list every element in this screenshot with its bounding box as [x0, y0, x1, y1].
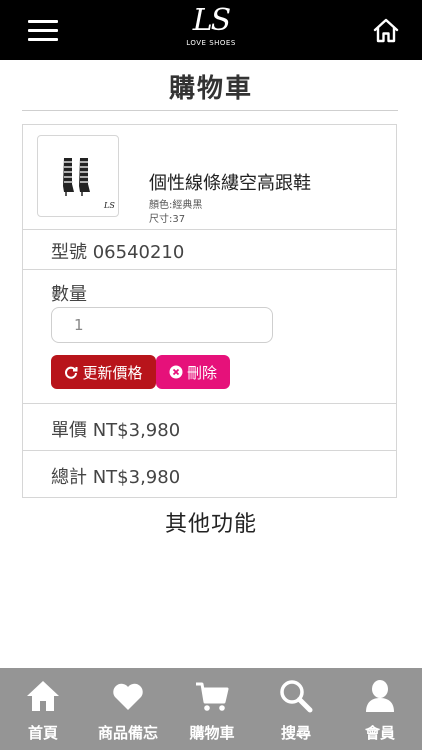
delete-button[interactable]: 刪除: [156, 355, 230, 389]
product-image[interactable]: LS: [37, 135, 119, 217]
nav-member-label: 會員: [364, 724, 395, 742]
update-price-label: 更新價格: [82, 363, 143, 382]
nav-cart[interactable]: 購物車: [170, 668, 254, 750]
svg-text:LS: LS: [103, 201, 115, 210]
bottom-nav: 首頁 商品備忘 購物車 搜尋 會員: [0, 668, 422, 750]
nav-cart-label: 購物車: [189, 724, 235, 742]
model-number: 型號 06540210: [51, 242, 185, 263]
logo-subtitle: LOVE SHOES: [186, 39, 236, 47]
nav-wishlist-label: 商品備忘: [97, 724, 158, 742]
unit-price: 單價 NT$3,980: [51, 420, 181, 441]
title-divider: [22, 110, 398, 111]
refresh-icon: [64, 365, 78, 379]
product-size: 尺寸:37: [149, 214, 186, 225]
logo-mark: LS: [192, 3, 231, 38]
menu-icon[interactable]: [28, 18, 58, 42]
nav-search[interactable]: 搜尋: [254, 668, 338, 750]
nav-member[interactable]: 會員: [338, 668, 422, 750]
nav-search-label: 搜尋: [280, 724, 311, 742]
nav-home[interactable]: 首頁: [0, 668, 86, 750]
product-color: 顏色:經典黑: [149, 200, 203, 211]
nav-wishlist[interactable]: 商品備忘: [86, 668, 170, 750]
total-price: 總計 NT$3,980: [51, 467, 181, 488]
quantity-input[interactable]: 1: [51, 307, 273, 343]
search-icon: [278, 678, 314, 714]
nav-home-label: 首頁: [27, 724, 58, 742]
top-bar: LS LOVE SHOES: [0, 0, 422, 60]
close-circle-icon: [169, 365, 183, 379]
cart-icon: [194, 678, 230, 714]
quantity-row: 數量 1 更新價格 刪除: [23, 269, 396, 404]
quantity-label: 數量: [51, 284, 87, 305]
product-name[interactable]: 個性線條縷空高跟鞋: [149, 169, 311, 195]
cart-item-card: LS 個性線條縷空高跟鞋 顏色:經典黑 尺寸:37 型號 06540210 數量…: [22, 124, 397, 498]
heart-icon: [110, 678, 146, 714]
home-icon: [25, 678, 61, 714]
other-functions-title: 其他功能: [164, 512, 257, 537]
unit-price-row: 單價 NT$3,980: [23, 403, 396, 451]
page-title: 購物車: [168, 74, 253, 104]
home-icon[interactable]: [372, 16, 400, 44]
brand-logo[interactable]: LS LOVE SHOES: [166, 4, 256, 56]
delete-label: 刪除: [186, 363, 217, 382]
total-row: 總計 NT$3,980: [23, 450, 396, 498]
update-price-button[interactable]: 更新價格: [51, 355, 156, 389]
user-icon: [362, 678, 398, 714]
model-row: 型號 06540210: [23, 229, 396, 270]
